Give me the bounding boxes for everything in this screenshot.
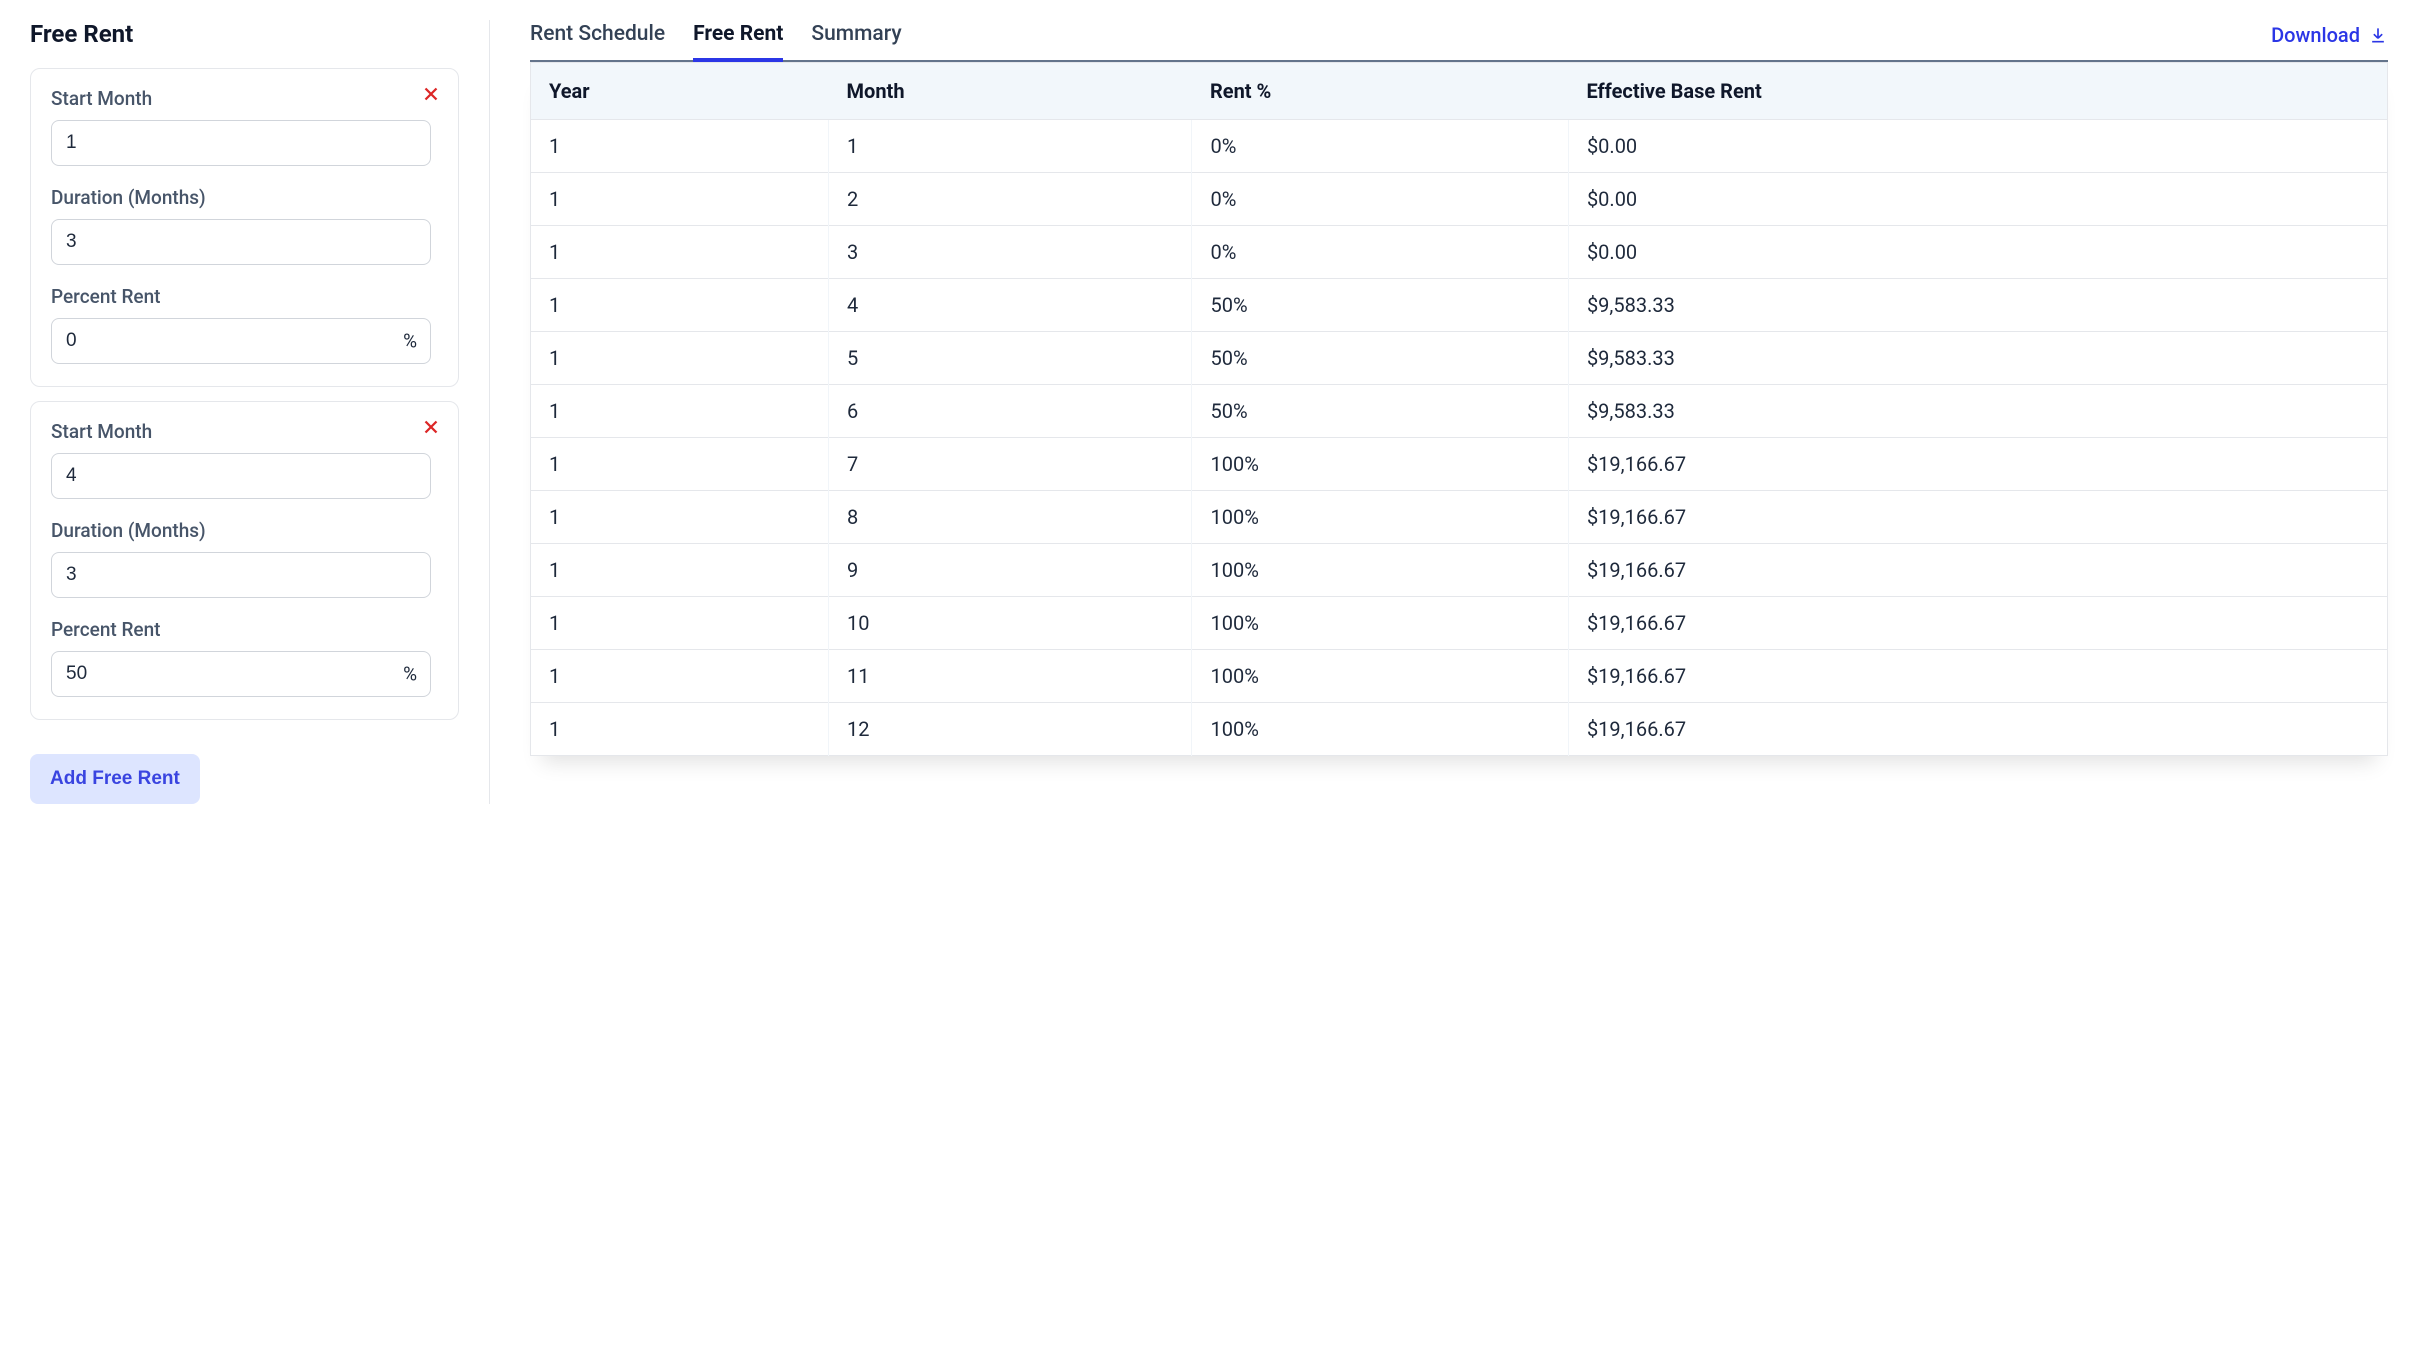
duration-label: Duration (Months) bbox=[51, 186, 438, 209]
table-row: 110100%$19,166.67 bbox=[531, 597, 2388, 650]
table-cell: 0% bbox=[1192, 173, 1568, 226]
table-cell: 100% bbox=[1192, 491, 1568, 544]
table-cell: $9,583.33 bbox=[1568, 332, 2387, 385]
free-rent-table: YearMonthRent %Effective Base Rent 110%$… bbox=[530, 62, 2388, 756]
tab-free-rent[interactable]: Free Rent bbox=[693, 22, 783, 62]
duration-input[interactable] bbox=[51, 552, 431, 598]
add-free-rent-button[interactable]: Add Free Rent bbox=[30, 754, 200, 804]
table-cell: $19,166.67 bbox=[1568, 438, 2387, 491]
table-cell: 1 bbox=[531, 703, 829, 756]
close-icon bbox=[420, 83, 442, 105]
start-month-label: Start Month bbox=[51, 420, 438, 443]
tab-rent-schedule[interactable]: Rent Schedule bbox=[530, 22, 665, 62]
free-rent-period-card: Start Month Duration (Months) Percent Re… bbox=[30, 68, 459, 387]
table-header: Effective Base Rent bbox=[1568, 63, 2387, 120]
table-cell: $19,166.67 bbox=[1568, 491, 2387, 544]
table-cell: 2 bbox=[829, 173, 1192, 226]
table-wrap: YearMonthRent %Effective Base Rent 110%$… bbox=[530, 62, 2388, 756]
start-month-input[interactable] bbox=[51, 120, 431, 166]
table-cell: 6 bbox=[829, 385, 1192, 438]
table-cell: 1 bbox=[531, 491, 829, 544]
table-cell: 50% bbox=[1192, 279, 1568, 332]
table-cell: 5 bbox=[829, 332, 1192, 385]
table-cell: 100% bbox=[1192, 597, 1568, 650]
free-rent-period-card: Start Month Duration (Months) Percent Re… bbox=[30, 401, 459, 720]
table-cell: 100% bbox=[1192, 544, 1568, 597]
download-icon bbox=[2368, 25, 2388, 45]
table-cell: $19,166.67 bbox=[1568, 703, 2387, 756]
table-cell: 10 bbox=[829, 597, 1192, 650]
table-cell: 9 bbox=[829, 544, 1192, 597]
table-cell: $19,166.67 bbox=[1568, 544, 2387, 597]
remove-period-button[interactable] bbox=[416, 412, 446, 442]
table-cell: $0.00 bbox=[1568, 173, 2387, 226]
table-cell: 1 bbox=[531, 226, 829, 279]
download-label: Download bbox=[2271, 23, 2360, 47]
tab-summary[interactable]: Summary bbox=[811, 22, 901, 62]
table-cell: 1 bbox=[829, 120, 1192, 173]
main-panel: Rent Schedule Free Rent Summary Download Y… bbox=[520, 20, 2388, 804]
table-cell: $19,166.67 bbox=[1568, 650, 2387, 703]
duration-label: Duration (Months) bbox=[51, 519, 438, 542]
percent-rent-input[interactable] bbox=[51, 318, 431, 364]
percent-rent-label: Percent Rent bbox=[51, 618, 438, 641]
table-cell: 1 bbox=[531, 173, 829, 226]
percent-rent-input[interactable] bbox=[51, 651, 431, 697]
table-cell: 100% bbox=[1192, 650, 1568, 703]
table-header: Rent % bbox=[1192, 63, 1568, 120]
table-cell: 50% bbox=[1192, 385, 1568, 438]
table-row: 1550%$9,583.33 bbox=[531, 332, 2388, 385]
close-icon bbox=[420, 416, 442, 438]
table-row: 110%$0.00 bbox=[531, 120, 2388, 173]
duration-input[interactable] bbox=[51, 219, 431, 265]
table-cell: 100% bbox=[1192, 703, 1568, 756]
table-cell: 50% bbox=[1192, 332, 1568, 385]
table-cell: $0.00 bbox=[1568, 226, 2387, 279]
remove-period-button[interactable] bbox=[416, 79, 446, 109]
free-rent-sidebar: Free Rent Start Month Duration (Months) … bbox=[30, 20, 490, 804]
table-cell: 1 bbox=[531, 332, 829, 385]
start-month-label: Start Month bbox=[51, 87, 438, 110]
table-cell: 4 bbox=[829, 279, 1192, 332]
table-row: 120%$0.00 bbox=[531, 173, 2388, 226]
tabs: Rent Schedule Free Rent Summary bbox=[530, 20, 2271, 60]
table-row: 19100%$19,166.67 bbox=[531, 544, 2388, 597]
table-cell: 1 bbox=[531, 385, 829, 438]
table-cell: 1 bbox=[531, 279, 829, 332]
table-header: Year bbox=[531, 63, 829, 120]
table-cell: 1 bbox=[531, 597, 829, 650]
table-row: 18100%$19,166.67 bbox=[531, 491, 2388, 544]
table-cell: 3 bbox=[829, 226, 1192, 279]
table-row: 1650%$9,583.33 bbox=[531, 385, 2388, 438]
table-row: 17100%$19,166.67 bbox=[531, 438, 2388, 491]
table-row: 112100%$19,166.67 bbox=[531, 703, 2388, 756]
table-cell: $9,583.33 bbox=[1568, 385, 2387, 438]
table-cell: 0% bbox=[1192, 226, 1568, 279]
table-cell: 12 bbox=[829, 703, 1192, 756]
download-link[interactable]: Download bbox=[2271, 23, 2388, 57]
start-month-input[interactable] bbox=[51, 453, 431, 499]
table-row: 111100%$19,166.67 bbox=[531, 650, 2388, 703]
table-row: 1450%$9,583.33 bbox=[531, 279, 2388, 332]
percent-rent-label: Percent Rent bbox=[51, 285, 438, 308]
table-cell: 0% bbox=[1192, 120, 1568, 173]
table-cell: 1 bbox=[531, 438, 829, 491]
table-cell: 1 bbox=[531, 120, 829, 173]
table-cell: 100% bbox=[1192, 438, 1568, 491]
table-cell: 1 bbox=[531, 650, 829, 703]
table-cell: $0.00 bbox=[1568, 120, 2387, 173]
table-cell: $19,166.67 bbox=[1568, 597, 2387, 650]
table-cell: 8 bbox=[829, 491, 1192, 544]
tabs-row: Rent Schedule Free Rent Summary Download bbox=[530, 20, 2388, 62]
table-header: Month bbox=[829, 63, 1192, 120]
table-cell: 1 bbox=[531, 544, 829, 597]
table-cell: 7 bbox=[829, 438, 1192, 491]
table-row: 130%$0.00 bbox=[531, 226, 2388, 279]
table-cell: 11 bbox=[829, 650, 1192, 703]
table-cell: $9,583.33 bbox=[1568, 279, 2387, 332]
section-title: Free Rent bbox=[30, 20, 459, 48]
